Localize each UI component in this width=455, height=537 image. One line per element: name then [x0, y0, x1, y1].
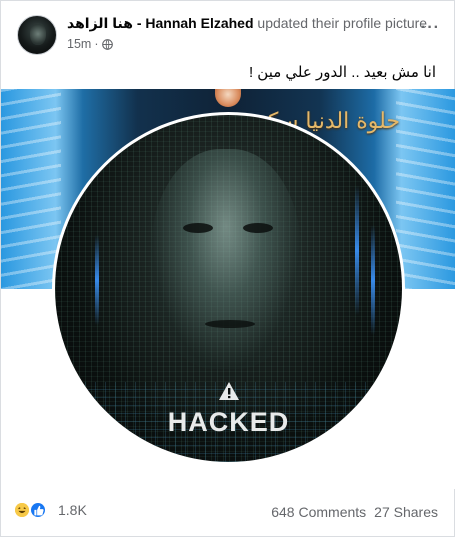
blue-data-stream: [95, 235, 99, 325]
profile-picture: HACKED: [55, 115, 402, 462]
more-options-icon[interactable]: ···: [421, 19, 440, 37]
profile-picture-frame: HACKED: [52, 112, 405, 465]
feed-post: هنا الزاهد - Hannah Elzahed updated thei…: [0, 0, 455, 537]
cover-light-left: [1, 89, 61, 289]
warning-icon: [219, 382, 239, 400]
cover-light-right: [396, 89, 455, 289]
post-meta: 15m ·: [67, 37, 113, 51]
reaction-count: 1.8K: [58, 502, 87, 518]
author-line: هنا الزاهد - Hannah Elzahed updated thei…: [67, 15, 431, 32]
blue-data-stream: [371, 225, 375, 335]
post-caption: انا مش بعيد .. الدور علي مين !: [248, 64, 436, 81]
haha-icon: [13, 501, 31, 519]
post-header: هنا الزاهد - Hannah Elzahed updated thei…: [13, 13, 442, 57]
meta-separator: ·: [94, 37, 99, 51]
like-icon: [29, 501, 47, 519]
hacker-face: [151, 149, 301, 369]
author-action-text: updated their profile picture.: [257, 15, 431, 31]
cover-figure: [215, 89, 241, 107]
timestamp-link[interactable]: 15m: [67, 37, 91, 51]
post-stats: 648 Comments 27 Shares: [271, 504, 438, 520]
avatar-face: [30, 23, 46, 45]
face-eye-left: [183, 223, 213, 233]
comments-count-link[interactable]: 648 Comments: [271, 504, 366, 520]
hacked-text: HACKED: [167, 407, 290, 437]
author-name-link[interactable]: هنا الزاهد - Hannah Elzahed: [67, 15, 254, 31]
reactions-summary[interactable]: 1.8K: [13, 501, 87, 519]
shares-count-link[interactable]: 27 Shares: [374, 504, 438, 520]
globe-icon[interactable]: [101, 38, 113, 50]
post-photo[interactable]: حلوة الدنيا سكر HACKED: [1, 89, 455, 489]
face-mouth: [205, 320, 255, 328]
face-eye-right: [243, 223, 273, 233]
author-avatar[interactable]: [17, 15, 57, 55]
blue-data-stream: [355, 185, 359, 315]
